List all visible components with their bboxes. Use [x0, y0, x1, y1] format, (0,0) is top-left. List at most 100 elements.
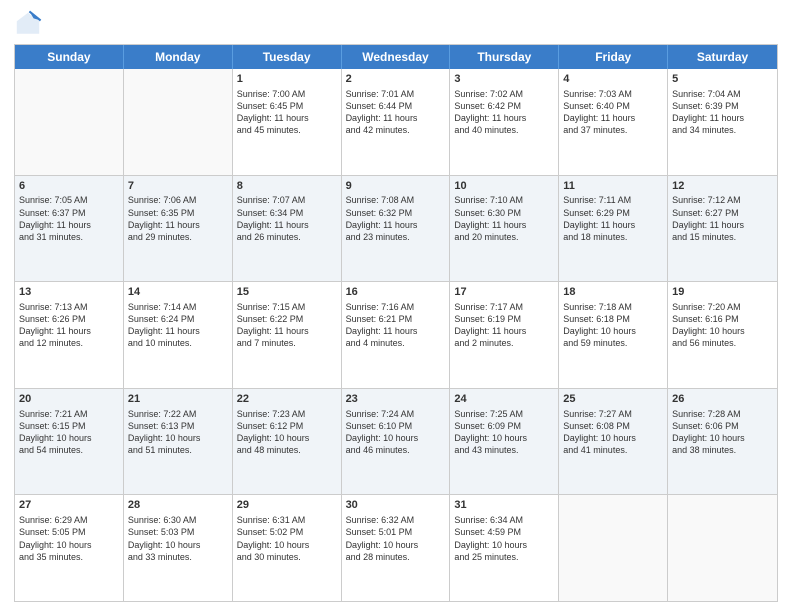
day-number: 20: [19, 392, 119, 407]
calendar-cell: 28Sunrise: 6:30 AM Sunset: 5:03 PM Dayli…: [124, 495, 233, 601]
cell-info: Sunrise: 7:12 AM Sunset: 6:27 PM Dayligh…: [672, 194, 773, 243]
calendar-cell: 30Sunrise: 6:32 AM Sunset: 5:01 PM Dayli…: [342, 495, 451, 601]
calendar-cell: 26Sunrise: 7:28 AM Sunset: 6:06 PM Dayli…: [668, 389, 777, 495]
calendar-cell: 27Sunrise: 6:29 AM Sunset: 5:05 PM Dayli…: [15, 495, 124, 601]
day-number: 10: [454, 179, 554, 194]
cell-info: Sunrise: 6:34 AM Sunset: 4:59 PM Dayligh…: [454, 514, 554, 563]
header-day-tuesday: Tuesday: [233, 45, 342, 69]
calendar-row-1: 1Sunrise: 7:00 AM Sunset: 6:45 PM Daylig…: [15, 69, 777, 176]
calendar-cell: 6Sunrise: 7:05 AM Sunset: 6:37 PM Daylig…: [15, 176, 124, 282]
day-number: 25: [563, 392, 663, 407]
calendar-body: 1Sunrise: 7:00 AM Sunset: 6:45 PM Daylig…: [15, 69, 777, 601]
calendar-row-5: 27Sunrise: 6:29 AM Sunset: 5:05 PM Dayli…: [15, 495, 777, 601]
calendar-cell: 8Sunrise: 7:07 AM Sunset: 6:34 PM Daylig…: [233, 176, 342, 282]
cell-info: Sunrise: 7:03 AM Sunset: 6:40 PM Dayligh…: [563, 88, 663, 137]
day-number: 4: [563, 72, 663, 87]
calendar-cell: 15Sunrise: 7:15 AM Sunset: 6:22 PM Dayli…: [233, 282, 342, 388]
calendar-cell: 14Sunrise: 7:14 AM Sunset: 6:24 PM Dayli…: [124, 282, 233, 388]
day-number: 19: [672, 285, 773, 300]
cell-info: Sunrise: 7:25 AM Sunset: 6:09 PM Dayligh…: [454, 408, 554, 457]
calendar-cell: 25Sunrise: 7:27 AM Sunset: 6:08 PM Dayli…: [559, 389, 668, 495]
cell-info: Sunrise: 7:07 AM Sunset: 6:34 PM Dayligh…: [237, 194, 337, 243]
day-number: 27: [19, 498, 119, 513]
calendar-cell: 19Sunrise: 7:20 AM Sunset: 6:16 PM Dayli…: [668, 282, 777, 388]
cell-info: Sunrise: 7:13 AM Sunset: 6:26 PM Dayligh…: [19, 301, 119, 350]
logo-icon: [14, 10, 42, 38]
day-number: 16: [346, 285, 446, 300]
day-number: 13: [19, 285, 119, 300]
cell-info: Sunrise: 7:06 AM Sunset: 6:35 PM Dayligh…: [128, 194, 228, 243]
day-number: 8: [237, 179, 337, 194]
header-day-thursday: Thursday: [450, 45, 559, 69]
calendar-cell: [668, 495, 777, 601]
calendar-cell: 1Sunrise: 7:00 AM Sunset: 6:45 PM Daylig…: [233, 69, 342, 175]
calendar-cell: 29Sunrise: 6:31 AM Sunset: 5:02 PM Dayli…: [233, 495, 342, 601]
day-number: 29: [237, 498, 337, 513]
cell-info: Sunrise: 6:30 AM Sunset: 5:03 PM Dayligh…: [128, 514, 228, 563]
calendar-cell: 11Sunrise: 7:11 AM Sunset: 6:29 PM Dayli…: [559, 176, 668, 282]
cell-info: Sunrise: 7:05 AM Sunset: 6:37 PM Dayligh…: [19, 194, 119, 243]
day-number: 21: [128, 392, 228, 407]
day-number: 11: [563, 179, 663, 194]
cell-info: Sunrise: 7:01 AM Sunset: 6:44 PM Dayligh…: [346, 88, 446, 137]
calendar-cell: 12Sunrise: 7:12 AM Sunset: 6:27 PM Dayli…: [668, 176, 777, 282]
day-number: 15: [237, 285, 337, 300]
day-number: 7: [128, 179, 228, 194]
cell-info: Sunrise: 7:10 AM Sunset: 6:30 PM Dayligh…: [454, 194, 554, 243]
header-day-sunday: Sunday: [15, 45, 124, 69]
day-number: 14: [128, 285, 228, 300]
calendar-cell: 17Sunrise: 7:17 AM Sunset: 6:19 PM Dayli…: [450, 282, 559, 388]
cell-info: Sunrise: 6:31 AM Sunset: 5:02 PM Dayligh…: [237, 514, 337, 563]
day-number: 2: [346, 72, 446, 87]
day-number: 17: [454, 285, 554, 300]
calendar-cell: [559, 495, 668, 601]
calendar-cell: 24Sunrise: 7:25 AM Sunset: 6:09 PM Dayli…: [450, 389, 559, 495]
page: SundayMondayTuesdayWednesdayThursdayFrid…: [0, 0, 792, 612]
header-day-wednesday: Wednesday: [342, 45, 451, 69]
cell-info: Sunrise: 7:04 AM Sunset: 6:39 PM Dayligh…: [672, 88, 773, 137]
calendar-cell: 3Sunrise: 7:02 AM Sunset: 6:42 PM Daylig…: [450, 69, 559, 175]
calendar-cell: 4Sunrise: 7:03 AM Sunset: 6:40 PM Daylig…: [559, 69, 668, 175]
cell-info: Sunrise: 7:20 AM Sunset: 6:16 PM Dayligh…: [672, 301, 773, 350]
calendar-cell: 7Sunrise: 7:06 AM Sunset: 6:35 PM Daylig…: [124, 176, 233, 282]
calendar-cell: [124, 69, 233, 175]
day-number: 3: [454, 72, 554, 87]
day-number: 24: [454, 392, 554, 407]
cell-info: Sunrise: 7:11 AM Sunset: 6:29 PM Dayligh…: [563, 194, 663, 243]
calendar-cell: 31Sunrise: 6:34 AM Sunset: 4:59 PM Dayli…: [450, 495, 559, 601]
calendar-cell: 23Sunrise: 7:24 AM Sunset: 6:10 PM Dayli…: [342, 389, 451, 495]
cell-info: Sunrise: 6:32 AM Sunset: 5:01 PM Dayligh…: [346, 514, 446, 563]
calendar-row-3: 13Sunrise: 7:13 AM Sunset: 6:26 PM Dayli…: [15, 282, 777, 389]
day-number: 18: [563, 285, 663, 300]
cell-info: Sunrise: 7:28 AM Sunset: 6:06 PM Dayligh…: [672, 408, 773, 457]
calendar-cell: 22Sunrise: 7:23 AM Sunset: 6:12 PM Dayli…: [233, 389, 342, 495]
header: [14, 10, 778, 38]
calendar-cell: 18Sunrise: 7:18 AM Sunset: 6:18 PM Dayli…: [559, 282, 668, 388]
calendar-cell: 10Sunrise: 7:10 AM Sunset: 6:30 PM Dayli…: [450, 176, 559, 282]
cell-info: Sunrise: 7:14 AM Sunset: 6:24 PM Dayligh…: [128, 301, 228, 350]
cell-info: Sunrise: 7:21 AM Sunset: 6:15 PM Dayligh…: [19, 408, 119, 457]
cell-info: Sunrise: 7:18 AM Sunset: 6:18 PM Dayligh…: [563, 301, 663, 350]
header-day-friday: Friday: [559, 45, 668, 69]
calendar-row-4: 20Sunrise: 7:21 AM Sunset: 6:15 PM Dayli…: [15, 389, 777, 496]
calendar-cell: 16Sunrise: 7:16 AM Sunset: 6:21 PM Dayli…: [342, 282, 451, 388]
calendar-cell: [15, 69, 124, 175]
header-day-saturday: Saturday: [668, 45, 777, 69]
cell-info: Sunrise: 6:29 AM Sunset: 5:05 PM Dayligh…: [19, 514, 119, 563]
calendar-cell: 9Sunrise: 7:08 AM Sunset: 6:32 PM Daylig…: [342, 176, 451, 282]
cell-info: Sunrise: 7:00 AM Sunset: 6:45 PM Dayligh…: [237, 88, 337, 137]
cell-info: Sunrise: 7:22 AM Sunset: 6:13 PM Dayligh…: [128, 408, 228, 457]
day-number: 1: [237, 72, 337, 87]
calendar-cell: 13Sunrise: 7:13 AM Sunset: 6:26 PM Dayli…: [15, 282, 124, 388]
cell-info: Sunrise: 7:16 AM Sunset: 6:21 PM Dayligh…: [346, 301, 446, 350]
day-number: 30: [346, 498, 446, 513]
day-number: 26: [672, 392, 773, 407]
cell-info: Sunrise: 7:17 AM Sunset: 6:19 PM Dayligh…: [454, 301, 554, 350]
day-number: 28: [128, 498, 228, 513]
cell-info: Sunrise: 7:24 AM Sunset: 6:10 PM Dayligh…: [346, 408, 446, 457]
calendar-header: SundayMondayTuesdayWednesdayThursdayFrid…: [15, 45, 777, 69]
cell-info: Sunrise: 7:08 AM Sunset: 6:32 PM Dayligh…: [346, 194, 446, 243]
calendar-cell: 21Sunrise: 7:22 AM Sunset: 6:13 PM Dayli…: [124, 389, 233, 495]
day-number: 12: [672, 179, 773, 194]
logo: [14, 10, 46, 38]
